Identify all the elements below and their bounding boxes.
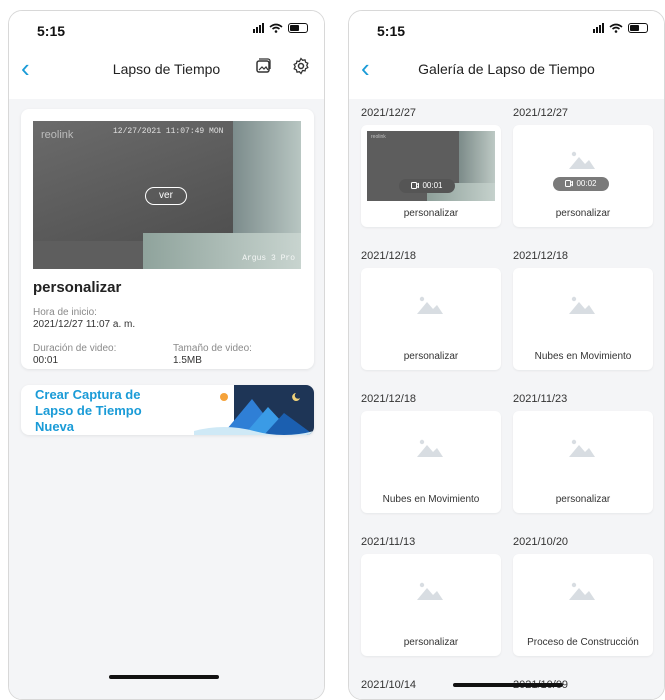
duration-value: 00:02: [576, 179, 597, 188]
duration-value: 00:01: [422, 181, 443, 190]
status-icons: [593, 23, 648, 33]
battery-icon: [288, 23, 308, 33]
gallery-item[interactable]: Nubes en Movimiento: [513, 268, 653, 370]
home-indicator: [109, 675, 219, 679]
image-placeholder-icon: [569, 296, 595, 314]
reolink-logo: reolink: [41, 129, 74, 141]
item-name: personalizar: [403, 351, 459, 362]
image-placeholder-icon: [417, 582, 443, 600]
image-placeholder-icon: [569, 151, 595, 169]
camera-model: Argus 3 Pro: [242, 254, 295, 263]
item-date: 2021/10/14: [361, 679, 417, 691]
gallery-item[interactable]: reolink 00:01 personalizar: [361, 125, 501, 227]
gallery-item[interactable]: personalizar: [361, 554, 501, 656]
gallery-icon[interactable]: [254, 57, 272, 75]
image-placeholder-icon: [417, 296, 443, 314]
size-label: Tamaño de video:: [173, 343, 252, 354]
item-name: personalizar: [403, 208, 459, 219]
item-date: 2021/10/20: [513, 536, 569, 548]
status-icons: [253, 23, 308, 33]
video-timestamp: 12/27/2021 11:07:49 MON: [113, 127, 224, 136]
battery-icon: [628, 23, 648, 33]
gallery-item[interactable]: personalizar: [513, 411, 653, 513]
home-indicator: [453, 683, 563, 687]
duration-label: Duración de video:: [33, 343, 117, 354]
gear-icon[interactable]: [292, 57, 310, 75]
page-title: Galería de Lapso de Tiempo: [418, 61, 595, 77]
item-name: personalizar: [403, 637, 459, 648]
create-timelapse-label: Crear Captura de Lapso de Tiempo Nueva: [35, 387, 142, 434]
item-date: 2021/12/18: [513, 250, 569, 262]
signal-icon: [593, 23, 604, 33]
gallery-item[interactable]: 00:02 personalizar: [513, 125, 653, 227]
status-time: 5:15: [37, 23, 66, 39]
duration-badge: 00:02: [553, 177, 609, 191]
signal-icon: [253, 23, 264, 33]
item-name: personalizar: [555, 494, 611, 505]
status-bar: 5:15: [349, 11, 664, 47]
start-time-value: 2021/12/27 11:07 a. m.: [33, 319, 136, 330]
item-name: personalizar: [555, 208, 611, 219]
gallery-item[interactable]: Nubes en Movimiento: [361, 411, 501, 513]
item-date: 2021/12/18: [361, 250, 417, 262]
gallery-item[interactable]: Proceso de Construcción: [513, 554, 653, 656]
wifi-icon: [269, 23, 283, 33]
video-thumbnail[interactable]: reolink 12/27/2021 11:07:49 MON Argus 3 …: [33, 121, 301, 269]
card-title: personalizar: [33, 279, 122, 296]
phone-timelapse: 5:15 ‹ Lapso de Tiempo reolink 12/27/202…: [8, 10, 325, 700]
size-value: 1.5MB: [173, 355, 202, 366]
gallery-grid: 2021/12/27 2021/12/27 reolink 00:01 pers…: [349, 99, 664, 699]
play-button[interactable]: ver: [145, 187, 187, 205]
duration-value: 00:01: [33, 355, 59, 366]
mountain-illustration-icon: [194, 385, 314, 435]
item-name: Proceso de Construcción: [527, 637, 639, 648]
status-bar: 5:15: [9, 11, 324, 47]
item-date: 2021/12/18: [361, 393, 417, 405]
nav-bar: ‹ Lapso de Tiempo: [9, 51, 324, 89]
phone-gallery: 5:15 ‹ Galería de Lapso de Tiempo 2021/1…: [348, 10, 665, 700]
content-area: reolink 12/27/2021 11:07:49 MON Argus 3 …: [9, 99, 324, 699]
video-camera-icon: [411, 182, 420, 189]
reolink-logo: reolink: [371, 134, 386, 140]
image-placeholder-icon: [417, 439, 443, 457]
start-time-label: Hora de inicio:: [33, 307, 97, 318]
video-camera-icon: [565, 180, 574, 187]
timelapse-card: reolink 12/27/2021 11:07:49 MON Argus 3 …: [21, 109, 314, 369]
create-timelapse-button[interactable]: Crear Captura de Lapso de Tiempo Nueva: [21, 385, 314, 435]
nav-actions: [254, 57, 310, 75]
image-placeholder-icon: [569, 439, 595, 457]
nav-bar: ‹ Galería de Lapso de Tiempo: [349, 51, 664, 89]
item-date: 2021/11/23: [513, 393, 568, 405]
item-name: Nubes en Movimiento: [534, 351, 632, 362]
item-date: 2021/11/13: [361, 536, 416, 548]
status-time: 5:15: [377, 23, 406, 39]
gallery-item[interactable]: personalizar: [361, 268, 501, 370]
item-date: 2021/12/27: [513, 107, 569, 119]
image-placeholder-icon: [569, 582, 595, 600]
item-name: Nubes en Movimiento: [382, 494, 480, 505]
duration-badge: 00:01: [399, 179, 455, 193]
wifi-icon: [609, 23, 623, 33]
item-date: 2021/12/27: [361, 107, 417, 119]
